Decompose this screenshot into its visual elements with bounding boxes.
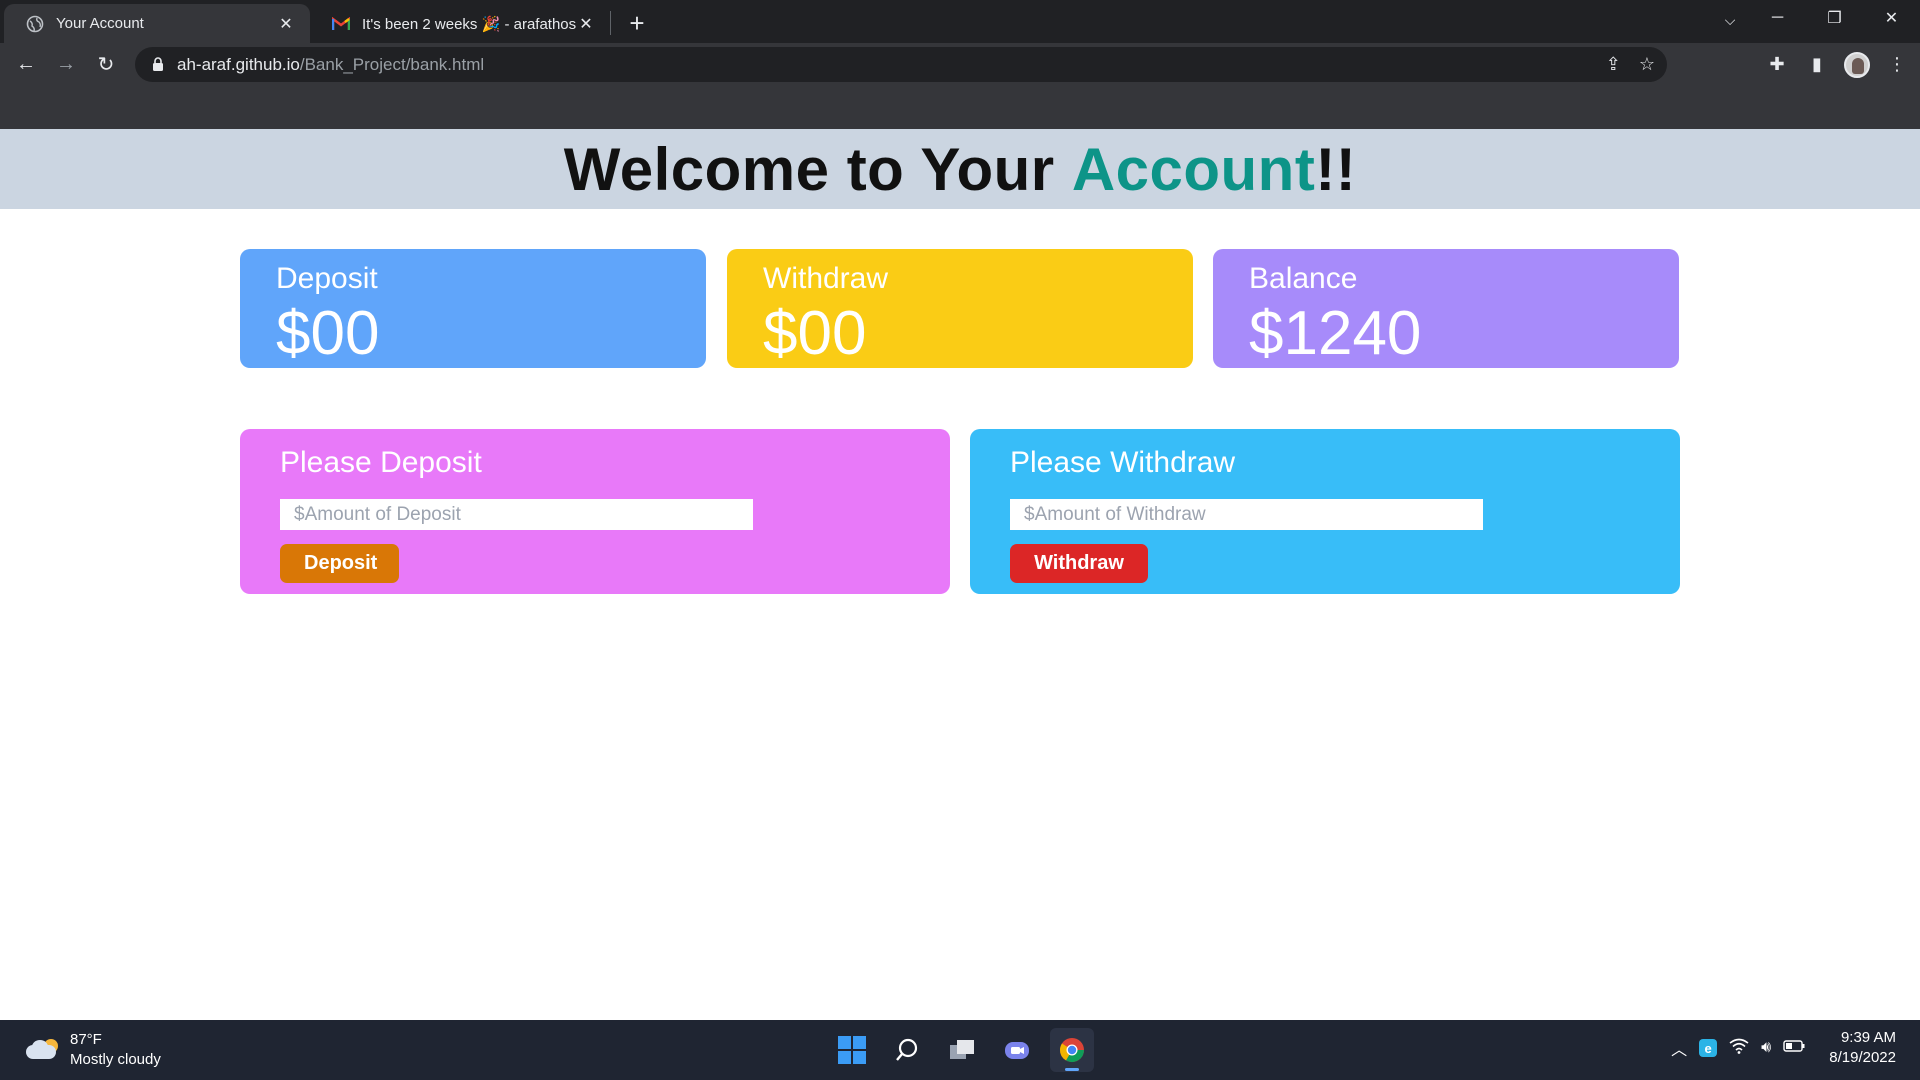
- edge-tray-icon[interactable]: e: [1699, 1039, 1718, 1057]
- browser-toolbar: ← → ↻ ah-araf.github.io/Bank_Project/ban…: [0, 43, 1920, 86]
- back-arrow-icon[interactable]: ←: [6, 47, 46, 83]
- tab-strip: Your Account ✕ It's been 2 weeks 🎉 - ara…: [0, 0, 1920, 43]
- reload-icon[interactable]: ↻: [86, 47, 126, 83]
- deposit-form: Please Deposit Deposit: [240, 429, 950, 594]
- lock-icon[interactable]: [151, 57, 165, 73]
- welcome-prefix: Welcome to Your: [563, 135, 1072, 203]
- withdraw-summary-card: Withdraw $00: [727, 249, 1193, 368]
- tab-title: Your Account: [56, 15, 144, 32]
- bookmarks-bar: [0, 86, 1920, 129]
- minimize-icon[interactable]: ─: [1749, 0, 1806, 36]
- withdraw-label: Withdraw: [763, 262, 889, 295]
- clock-date: 8/19/2022: [1829, 1049, 1896, 1066]
- tab-divider: [610, 11, 611, 35]
- wifi-icon[interactable]: [1729, 1038, 1749, 1059]
- tab-title: It's been 2 weeks 🎉 - arafathoss: [362, 15, 576, 33]
- welcome-banner: Welcome to Your Account!!: [0, 129, 1920, 209]
- window-controls: ─ ❐ ✕: [1749, 0, 1920, 36]
- clock-time: 9:39 AM: [1840, 1029, 1896, 1046]
- forward-arrow-icon[interactable]: →: [46, 47, 86, 83]
- deposit-form-title: Please Deposit: [280, 446, 482, 479]
- bookmark-star-icon[interactable]: ☆: [1639, 54, 1655, 75]
- battery-icon[interactable]: [1783, 1039, 1805, 1057]
- weather-widget[interactable]: 87°F Mostly cloudy: [24, 1030, 161, 1070]
- withdraw-form: Please Withdraw Withdraw: [970, 429, 1680, 594]
- chrome-taskbar-icon[interactable]: [1050, 1028, 1094, 1072]
- deposit-amount: $00: [276, 299, 380, 368]
- new-tab-icon[interactable]: +: [619, 5, 655, 41]
- start-windows-icon[interactable]: [830, 1028, 874, 1072]
- welcome-accent: Account: [1071, 135, 1316, 203]
- extensions-puzzle-icon[interactable]: ✚: [1764, 52, 1790, 78]
- deposit-summary-card: Deposit $00: [240, 249, 706, 368]
- url-text[interactable]: ah-araf.github.io/Bank_Project/bank.html: [177, 55, 484, 75]
- url-path: /Bank_Project/bank.html: [299, 54, 485, 74]
- withdraw-amount: $00: [763, 299, 867, 368]
- more-menu-icon[interactable]: ⋮: [1884, 52, 1910, 78]
- share-icon[interactable]: ⇪: [1606, 54, 1621, 75]
- tab-gmail[interactable]: It's been 2 weeks 🎉 - arafathoss ✕: [310, 4, 610, 43]
- withdraw-button[interactable]: Withdraw: [1010, 544, 1148, 583]
- address-bar[interactable]: ah-araf.github.io/Bank_Project/bank.html…: [135, 47, 1667, 82]
- deposit-label: Deposit: [276, 262, 378, 295]
- globe-icon: [26, 15, 44, 33]
- url-host: ah-araf.github.io: [177, 54, 300, 74]
- weather-temp: 87°F: [70, 1031, 102, 1048]
- teams-chat-icon[interactable]: [995, 1028, 1039, 1072]
- deposit-button[interactable]: Deposit: [280, 544, 399, 583]
- system-clock[interactable]: 9:39 AM 8/19/2022: [1829, 1028, 1896, 1068]
- partly-cloudy-icon: [24, 1035, 62, 1065]
- profile-avatar[interactable]: [1844, 51, 1870, 78]
- tray-chevron-up-icon[interactable]: ︿: [1671, 1036, 1687, 1060]
- weather-desc: Mostly cloudy: [70, 1051, 161, 1068]
- withdraw-form-title: Please Withdraw: [1010, 446, 1236, 479]
- tab-close-icon[interactable]: ✕: [576, 14, 596, 34]
- tab-close-icon[interactable]: ✕: [276, 14, 296, 34]
- windows-taskbar: 87°F Mostly cloudy ︿ e 🔊︎ 9:39 AM 8/19/2…: [0, 1020, 1920, 1080]
- balance-label: Balance: [1249, 262, 1358, 295]
- welcome-suffix: !!: [1315, 135, 1357, 203]
- tab-your-account[interactable]: Your Account ✕: [4, 4, 310, 43]
- web-page: Welcome to Your Account!! Deposit $00 Wi…: [0, 129, 1920, 1020]
- balance-summary-card: Balance $1240: [1213, 249, 1679, 368]
- tab-search-icon[interactable]: ⌵: [1716, 6, 1744, 34]
- deposit-amount-input[interactable]: [280, 499, 753, 530]
- balance-amount: $1240: [1249, 299, 1422, 368]
- gmail-icon: [332, 15, 350, 33]
- withdraw-amount-input[interactable]: [1010, 499, 1483, 530]
- task-view-icon[interactable]: [940, 1028, 984, 1072]
- side-panel-icon[interactable]: ▮: [1804, 52, 1830, 78]
- search-icon[interactable]: [885, 1028, 929, 1072]
- restore-icon[interactable]: ❐: [1806, 0, 1863, 36]
- close-window-icon[interactable]: ✕: [1863, 0, 1920, 36]
- volume-icon[interactable]: 🔊︎: [1761, 1039, 1771, 1057]
